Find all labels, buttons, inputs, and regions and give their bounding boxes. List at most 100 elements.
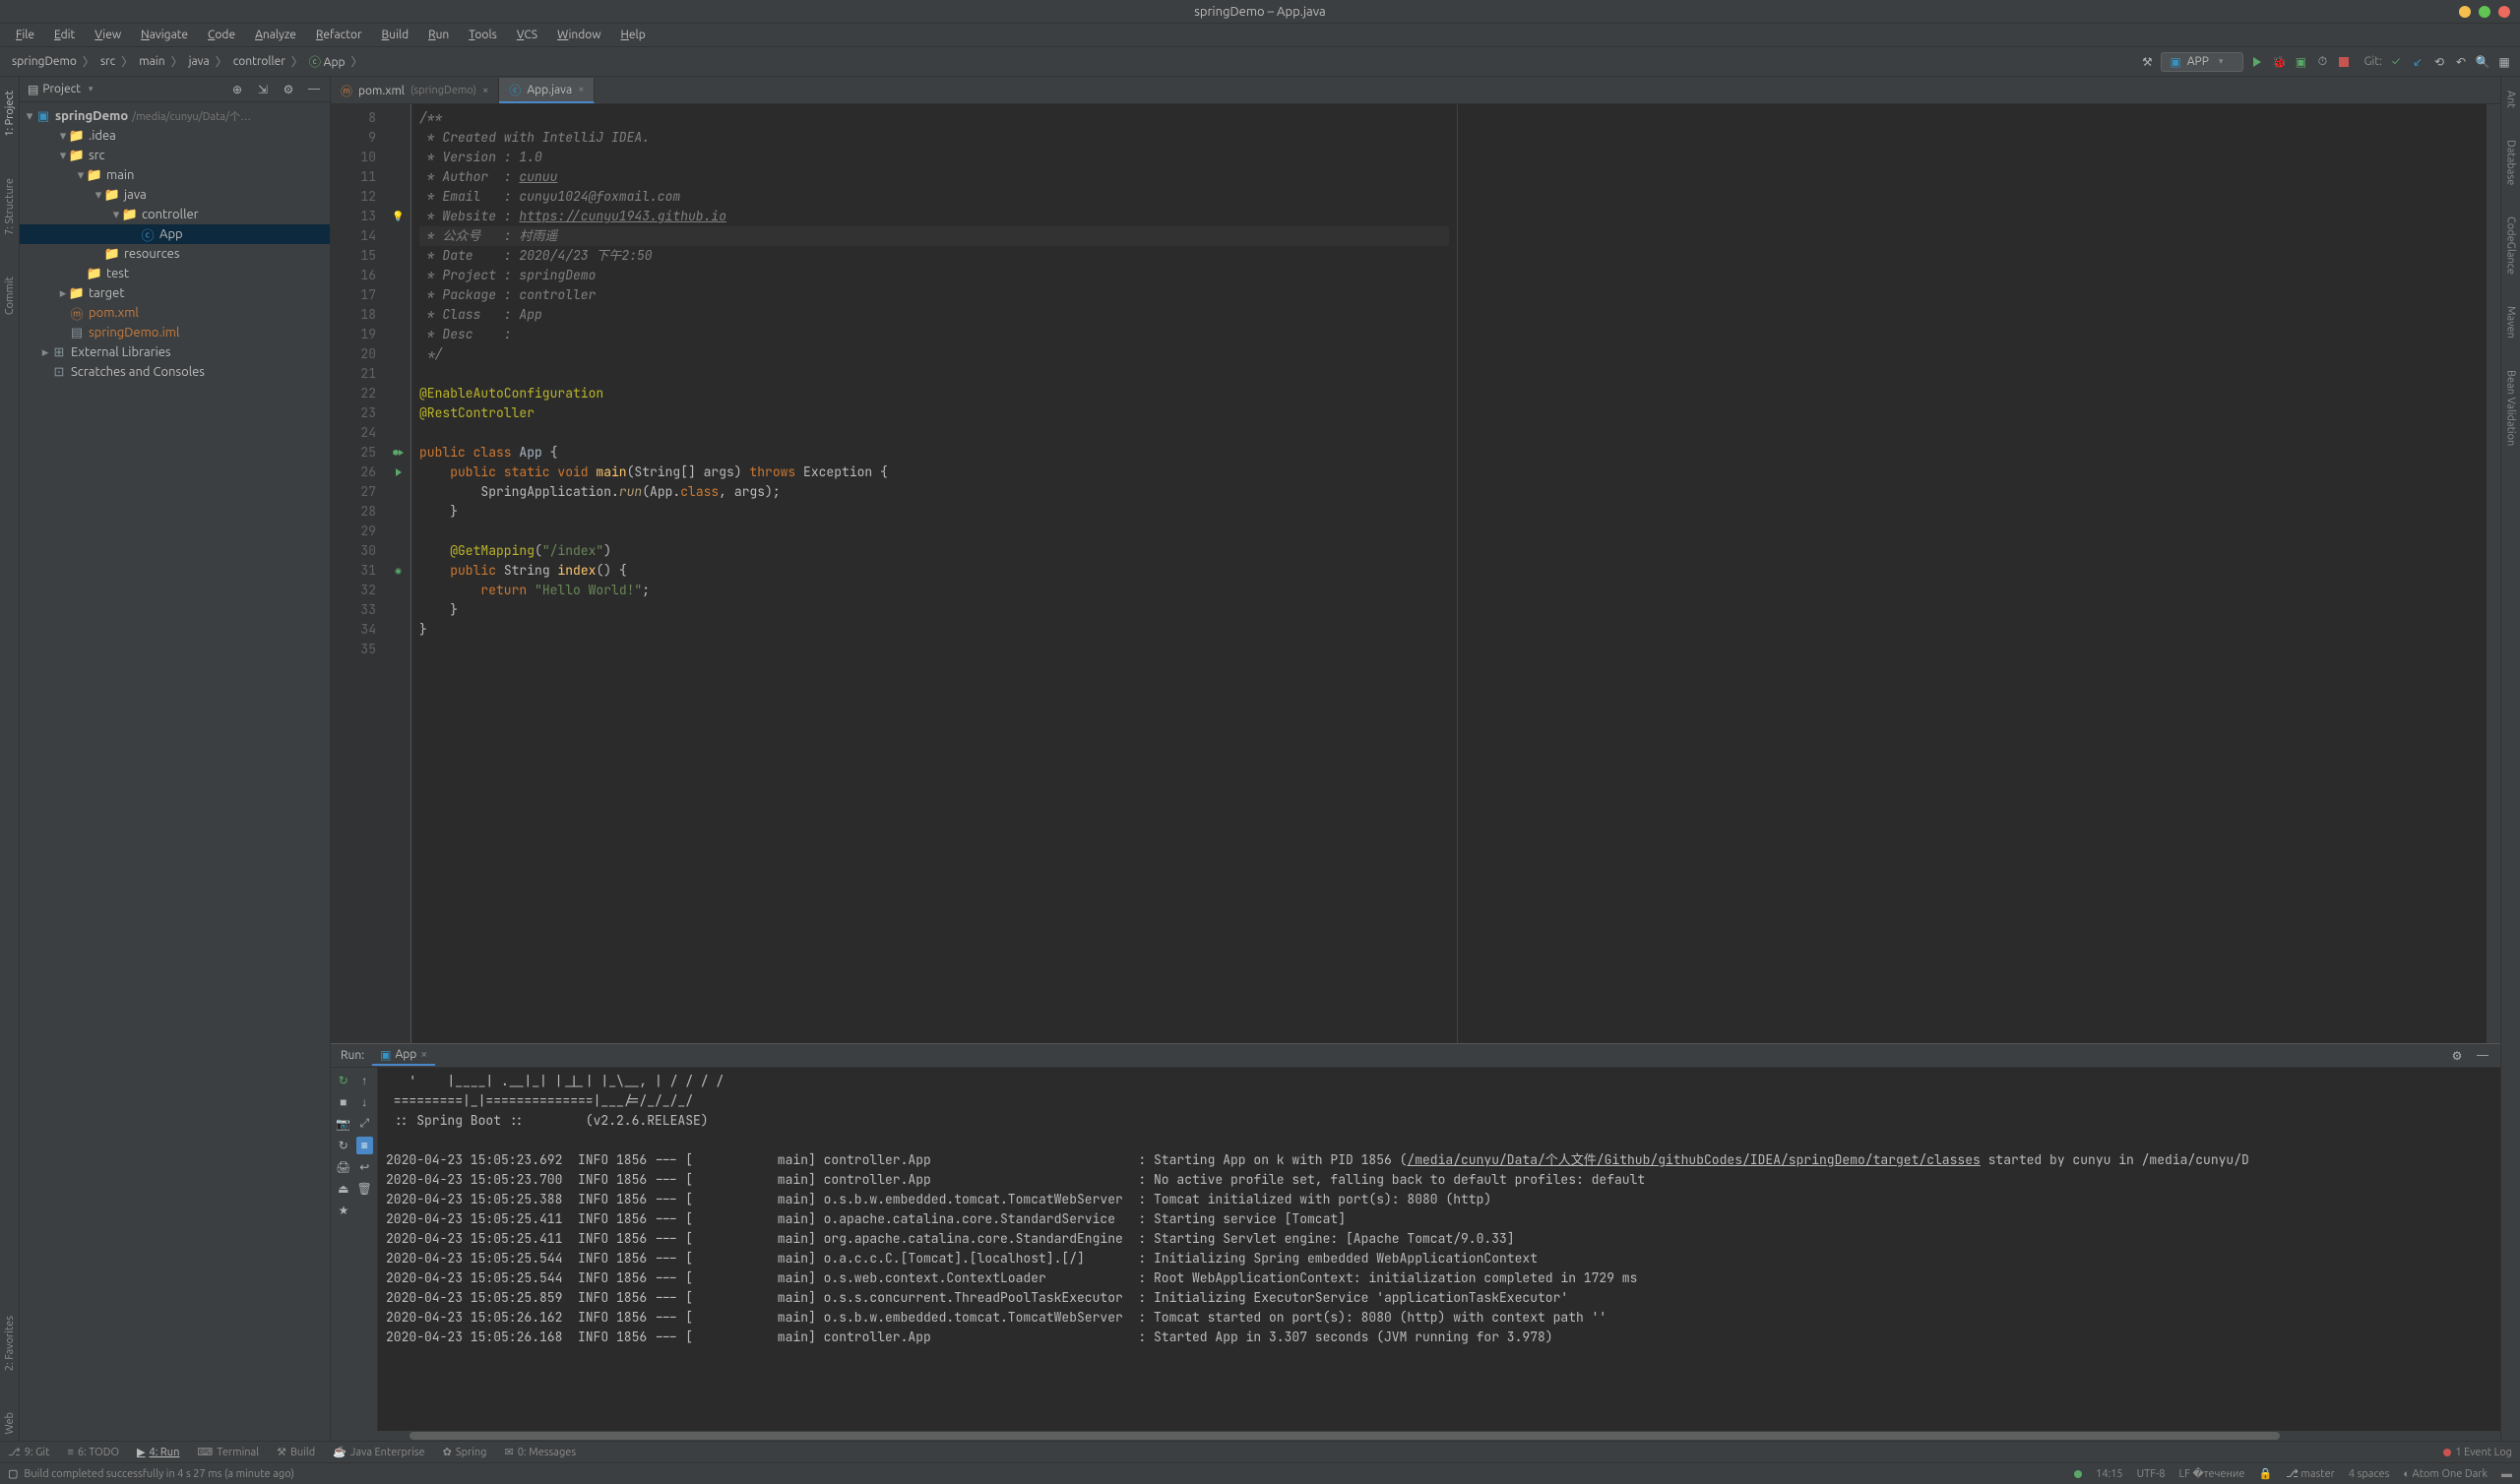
code-line[interactable]: @GetMapping("/index"): [419, 541, 1449, 561]
breadcrumb-segment[interactable]: src: [96, 53, 119, 70]
code-line[interactable]: @EnableAutoConfiguration: [419, 384, 1449, 403]
coverage-button[interactable]: ▣: [2293, 54, 2308, 70]
event-log-button[interactable]: 1 Event Log: [2443, 1447, 2512, 1458]
code-line[interactable]: [419, 423, 1449, 443]
gutter-marker[interactable]: [386, 285, 410, 305]
minimize-button[interactable]: [2459, 6, 2471, 18]
tool-window-build[interactable]: ⚒Build: [277, 1446, 315, 1458]
actuator-icon[interactable]: ≡: [356, 1137, 374, 1154]
tree-item--idea[interactable]: ▾📁.idea: [20, 126, 330, 146]
menu-code[interactable]: Code: [200, 27, 243, 43]
status-presentation-icon[interactable]: ▢: [8, 1467, 18, 1480]
breadcrumb-segment[interactable]: main: [135, 53, 168, 70]
editor-tab-app-java[interactable]: ⓒApp.java×: [499, 78, 595, 103]
run-button[interactable]: [2249, 54, 2265, 70]
menu-run[interactable]: Run: [420, 27, 457, 43]
gutter-marker[interactable]: [386, 148, 410, 167]
breadcrumb-segment[interactable]: ⓒ App: [305, 51, 349, 72]
ide-settings-icon[interactable]: ▦: [2496, 54, 2512, 70]
gutter-marker[interactable]: 💡: [386, 207, 410, 226]
console-scrollbar[interactable]: [331, 1431, 2500, 1441]
console-line[interactable]: 2020-04-23 15:05:25.411 INFO 1856 --- [ …: [386, 1229, 2492, 1249]
gutter-marker[interactable]: [386, 246, 410, 266]
help-icon[interactable]: ★: [335, 1202, 352, 1219]
run-hide-icon[interactable]: —: [2475, 1048, 2490, 1064]
tree-item-src[interactable]: ▾📁src: [20, 146, 330, 165]
layout-icon[interactable]: ⤢: [356, 1115, 374, 1133]
tool-window-javaenterprise[interactable]: ☕Java Enterprise: [333, 1446, 424, 1458]
stop-button[interactable]: [2336, 54, 2352, 70]
menu-analyze[interactable]: Analyze: [247, 27, 304, 43]
search-everywhere-icon[interactable]: 🔍: [2475, 54, 2490, 70]
code-line[interactable]: * Created with IntelliJ IDEA.: [419, 128, 1449, 148]
rerun-button[interactable]: [335, 1072, 352, 1089]
code-editor[interactable]: 8910111213141516171819202122232425262728…: [331, 104, 2500, 1043]
console-line[interactable]: 2020-04-23 15:05:23.692 INFO 1856 --- [ …: [386, 1150, 2492, 1170]
code-line[interactable]: * Package : controller: [419, 285, 1449, 305]
gutter-marker[interactable]: ◉: [386, 561, 410, 581]
tool-window-6todo[interactable]: ≡6: TODO: [67, 1446, 119, 1458]
run-tab-name[interactable]: App: [395, 1048, 416, 1061]
menu-edit[interactable]: Edit: [46, 27, 83, 43]
run-settings-icon[interactable]: ⚙: [2449, 1048, 2465, 1064]
tool-window-terminal[interactable]: ⌨Terminal: [197, 1446, 259, 1458]
gutter-marker[interactable]: [386, 187, 410, 207]
gutter-markers[interactable]: 💡 ● ◉: [386, 104, 411, 1043]
git-update-icon[interactable]: ↙: [2410, 54, 2426, 70]
git-branch[interactable]: ⎇ master: [2286, 1467, 2335, 1480]
gutter-marker[interactable]: ●: [386, 443, 410, 463]
gutter-marker[interactable]: [386, 541, 410, 561]
code-line[interactable]: /**: [419, 108, 1449, 128]
stop-console-button[interactable]: ■: [335, 1093, 352, 1111]
file-encoding[interactable]: UTF-8: [2137, 1468, 2166, 1480]
build-icon[interactable]: ⚒: [2139, 54, 2155, 70]
gutter-marker[interactable]: [386, 463, 410, 482]
memory-indicator[interactable]: ▬: [2501, 1468, 2512, 1480]
breadcrumb-segment[interactable]: springDemo: [8, 53, 81, 70]
code-line[interactable]: * Version : 1.0: [419, 148, 1449, 167]
line-separator[interactable]: LF �течение: [2178, 1467, 2244, 1480]
menu-refactor[interactable]: Refactor: [308, 27, 370, 43]
editor-scrollbar[interactable]: [2487, 104, 2500, 1043]
console-line[interactable]: 2020-04-23 15:05:25.544 INFO 1856 --- [ …: [386, 1249, 2492, 1268]
console-line[interactable]: 2020-04-23 15:05:25.544 INFO 1856 --- [ …: [386, 1268, 2492, 1288]
code-line[interactable]: * Email : cunyu1024@foxmail.com: [419, 187, 1449, 207]
theme-indicator[interactable]: ◐ Atom One Dark: [2403, 1468, 2488, 1480]
print-icon[interactable]: 🖨: [335, 1158, 352, 1176]
gutter-marker[interactable]: [386, 167, 410, 187]
tree-item-controller[interactable]: ▾📁controller: [20, 205, 330, 224]
maximize-button[interactable]: [2479, 6, 2490, 18]
code-line[interactable]: * 公众号 : 村雨遥: [419, 226, 1449, 246]
gutter-marker[interactable]: [386, 344, 410, 364]
profile-button[interactable]: ⏱: [2314, 54, 2330, 70]
code-line[interactable]: [419, 522, 1449, 541]
code-line[interactable]: return "Hello World!";: [419, 581, 1449, 600]
gutter-marker[interactable]: [386, 305, 410, 325]
tool-window-9git[interactable]: ⎇9: Git: [8, 1446, 49, 1458]
gutter-marker[interactable]: [386, 600, 410, 620]
close-tab-icon[interactable]: ×: [482, 85, 488, 96]
tool-window-spring[interactable]: ✿Spring: [443, 1446, 487, 1458]
tool-tab-2favorites[interactable]: 2: Favorites: [4, 1310, 16, 1377]
select-opened-file-icon[interactable]: ⊕: [229, 82, 245, 97]
console-line[interactable]: 2020-04-23 15:05:25.411 INFO 1856 --- [ …: [386, 1209, 2492, 1229]
gutter-marker[interactable]: [386, 482, 410, 502]
gutter-marker[interactable]: [386, 108, 410, 128]
tree-item-target[interactable]: ▸📁target: [20, 283, 330, 303]
debug-button[interactable]: 🐞: [2271, 54, 2287, 70]
run-console[interactable]: ' |____| .__|_| |_|_| |_\__, | / / / / =…: [378, 1068, 2500, 1431]
code-line[interactable]: public static void main(String[] args) t…: [419, 463, 1449, 482]
hide-icon[interactable]: —: [306, 82, 322, 97]
code-line[interactable]: * Date : 2020/4/23 下午2:50: [419, 246, 1449, 266]
tool-window-4run[interactable]: ▶4: Run: [137, 1446, 179, 1458]
tree-item-resources[interactable]: 📁resources: [20, 244, 330, 264]
breadcrumb-segment[interactable]: java: [185, 53, 214, 70]
tool-tab-1project[interactable]: 1: Project: [4, 85, 16, 143]
code-line[interactable]: [419, 364, 1449, 384]
console-line[interactable]: 2020-04-23 15:05:26.168 INFO 1856 --- [ …: [386, 1328, 2492, 1347]
gutter-marker[interactable]: [386, 226, 410, 246]
gutter-marker[interactable]: [386, 384, 410, 403]
gutter-marker[interactable]: [386, 266, 410, 285]
tree-item-springdemo-iml[interactable]: ▤springDemo.iml: [20, 323, 330, 342]
gutter-marker[interactable]: [386, 581, 410, 600]
